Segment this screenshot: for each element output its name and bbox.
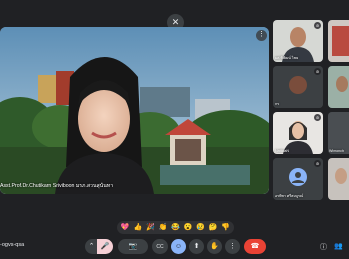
mic-off-icon: 🎤 (100, 243, 110, 250)
sad-reaction-icon[interactable]: 😢 (196, 221, 205, 234)
more-options-button[interactable]: ⋮ (225, 239, 240, 254)
participant-tile[interactable] (328, 158, 349, 200)
camera-button[interactable]: 📷 (118, 239, 148, 254)
mic-off-icon: ⊘ (314, 22, 321, 29)
captions-button[interactable]: CC (152, 239, 168, 254)
more-vertical-icon: ⋮ (229, 243, 236, 250)
people-icon[interactable]: 👥 (334, 242, 343, 250)
reactions-button[interactable]: ☺ (171, 239, 186, 254)
main-speaker-name: Asst.Prof.Dr.Chutikarn Sriviboon มรภ.สวน… (0, 183, 114, 189)
more-options-icon[interactable]: ⋮ (256, 30, 267, 41)
mic-off-icon: ⊘ (314, 160, 321, 167)
participant-name: อรพิชา ศรีสมบูรณ์ (275, 194, 304, 198)
end-call-icon: ☎ (250, 243, 260, 250)
speaker-video-frame (0, 27, 269, 194)
chevron-up-icon: ⌃ (88, 243, 95, 250)
mic-off-icon: ⊘ (314, 68, 321, 75)
main-video-tile[interactable] (0, 27, 269, 194)
participant-tile[interactable]: ⊘ NattidaN (273, 112, 323, 154)
thumbs-down-reaction-icon[interactable]: 👎 (221, 221, 230, 234)
camera-icon: 📷 (128, 243, 138, 250)
participant-tile[interactable] (328, 20, 349, 62)
end-call-button[interactable]: ☎ (244, 239, 266, 254)
microphone-button[interactable]: 🎤 (97, 239, 113, 254)
participant-name: Wimonch (329, 149, 344, 153)
present-icon: ⬆ (193, 243, 200, 250)
participant-name: ผศ.พิพัฒน์ ไชย (275, 56, 299, 60)
clap-reaction-icon[interactable]: 👏 (159, 221, 168, 234)
meeting-screen: ✕ ⋮ Asst.Prof.Dr.Chutikarn Sriviboon มรภ… (0, 0, 349, 259)
surprised-reaction-icon[interactable]: 😮 (184, 221, 193, 234)
mic-off-icon: ⊘ (314, 114, 321, 121)
thinking-reaction-icon[interactable]: 🤔 (209, 221, 218, 234)
participant-tile[interactable]: Wimonch (328, 112, 349, 154)
party-reaction-icon[interactable]: 🎉 (146, 221, 155, 234)
captions-icon: CC (156, 244, 164, 250)
participant-video (328, 66, 349, 108)
present-button[interactable]: ⬆ (189, 239, 204, 254)
emoji-icon: ☺ (174, 243, 183, 250)
participant-tile[interactable]: ⊘ อรพิชา ศรีสมบูรณ์ (273, 158, 323, 200)
hand-icon: ✋ (210, 243, 219, 250)
raise-hand-button[interactable]: ✋ (207, 239, 222, 254)
participant-tile[interactable]: ⊘ ผศ.พิพัฒน์ ไชย (273, 20, 323, 62)
participant-tile[interactable] (328, 66, 349, 108)
heart-reaction-icon[interactable]: 💖 (121, 221, 130, 234)
participant-video (328, 112, 349, 154)
participant-video (328, 20, 349, 62)
info-icon[interactable]: ⓘ (320, 242, 327, 252)
meeting-code: -ogvs-qsa (0, 242, 25, 248)
thumbs-up-reaction-icon[interactable]: 👍 (133, 221, 142, 234)
participant-tile[interactable]: ⊘ กร (273, 66, 323, 108)
participant-video (328, 158, 349, 200)
laugh-reaction-icon[interactable]: 😂 (171, 221, 180, 234)
participant-name: กร (275, 102, 280, 106)
participant-name: NattidaN (275, 149, 289, 153)
reaction-bar: 💖 👍 🎉 👏 😂 😮 😢 🤔 👎 (117, 221, 234, 234)
